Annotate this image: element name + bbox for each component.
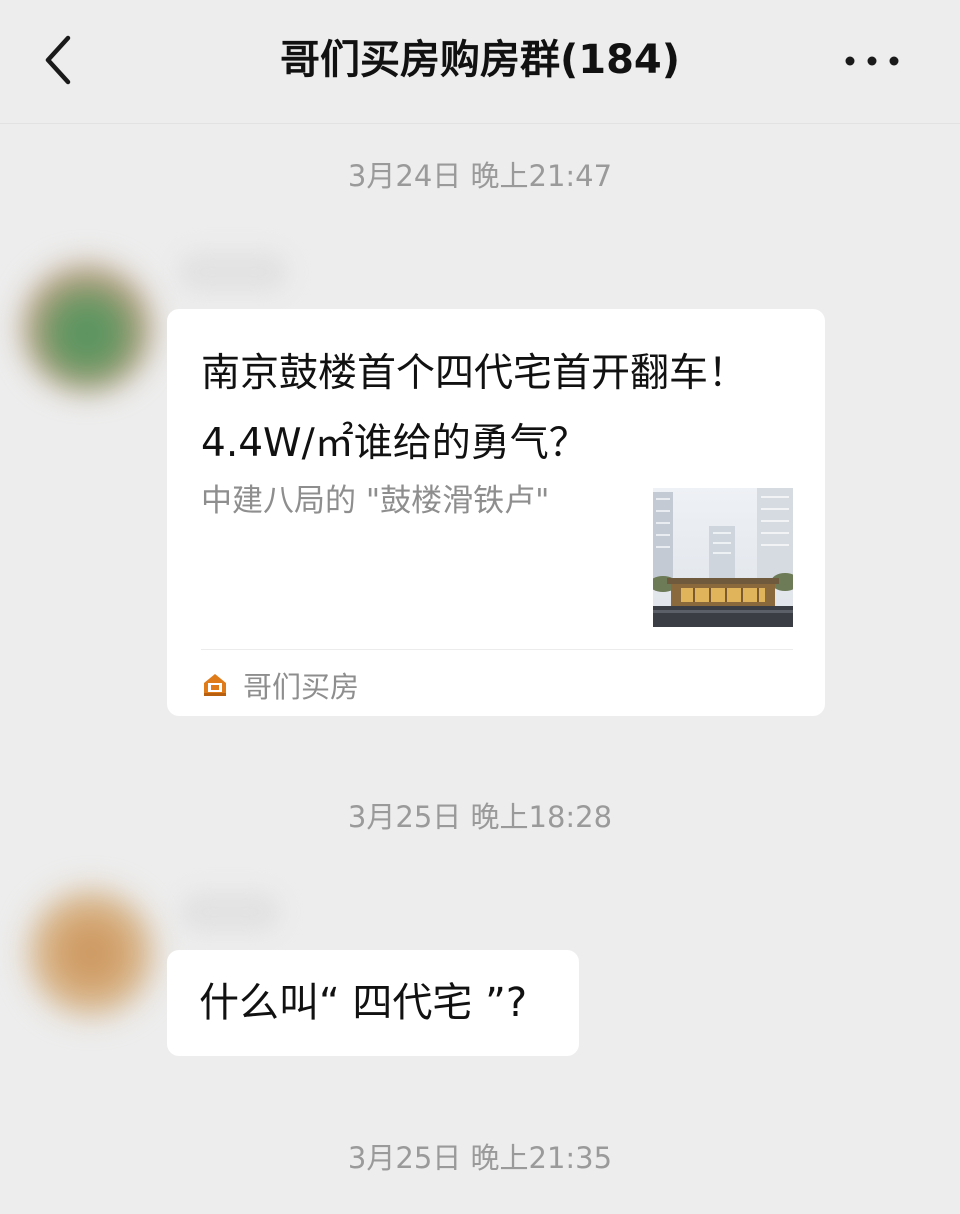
text-message-bubble[interactable]: 什么叫“ 四代宅 ”? bbox=[167, 950, 579, 1056]
message-timestamp: 3月25日 晚上21:35 bbox=[347, 1141, 613, 1175]
chat-header: 哥们买房购房群(184) bbox=[0, 0, 960, 124]
card-description: 中建八局的 "鼓楼滑铁卢" bbox=[201, 483, 550, 519]
avatar[interactable] bbox=[26, 888, 156, 1018]
more-options-button[interactable] bbox=[824, 36, 920, 86]
avatar[interactable] bbox=[22, 262, 152, 392]
sender-nickname bbox=[178, 252, 288, 292]
message-timestamp: 3月24日 晚上21:47 bbox=[347, 159, 613, 193]
back-button[interactable] bbox=[30, 28, 86, 92]
card-source[interactable]: 哥们买房 bbox=[201, 664, 359, 706]
card-thumbnail bbox=[653, 488, 793, 627]
chevron-left-icon bbox=[45, 35, 71, 85]
message-timestamp: 3月25日 晚上18:28 bbox=[347, 800, 613, 834]
card-divider bbox=[201, 649, 793, 650]
card-title: 南京鼓楼首个四代宅首开翻车！4.4W/㎡谁给的勇气？ bbox=[201, 351, 748, 466]
chat-title: 哥们买房购房群(184) bbox=[279, 37, 681, 83]
source-name: 哥们买房 bbox=[243, 670, 360, 704]
more-dots-icon bbox=[845, 56, 899, 66]
link-card[interactable]: 南京鼓楼首个四代宅首开翻车！4.4W/㎡谁给的勇气？ 中建八局的 "鼓楼滑铁卢" bbox=[167, 309, 825, 716]
account-logo-icon bbox=[204, 674, 226, 696]
sender-nickname bbox=[180, 892, 280, 932]
